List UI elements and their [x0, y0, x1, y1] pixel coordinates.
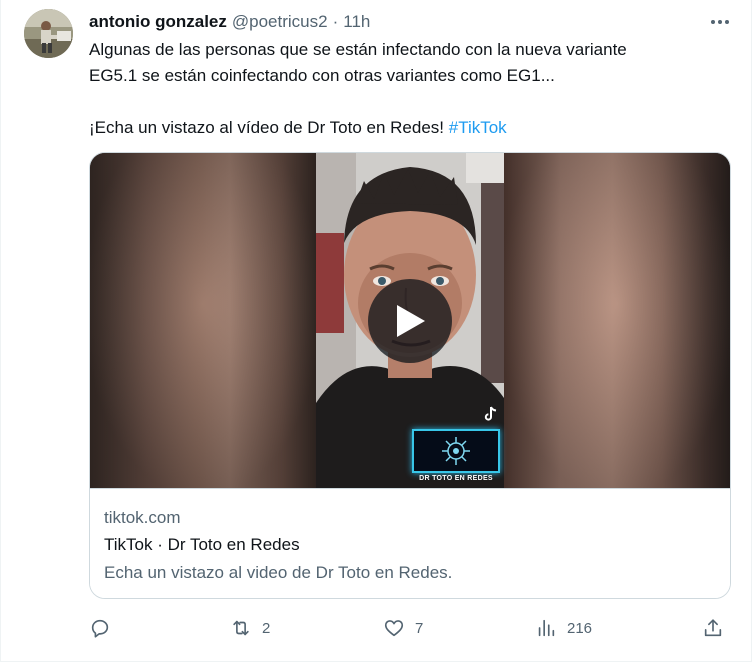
video-overlay-caption: DR TOTO EN REDES: [419, 475, 493, 482]
more-horizontal-icon: [711, 20, 729, 24]
views-count: 216: [567, 619, 593, 637]
blurred-backdrop-right: [504, 153, 730, 488]
tweet-text: Algunas de las personas que se están inf…: [89, 37, 729, 141]
author-name[interactable]: antonio gonzalez: [89, 12, 227, 32]
action-bar: 2 7 216: [1, 610, 752, 646]
like-button[interactable]: 7: [383, 610, 423, 646]
reply-icon: [91, 619, 109, 638]
avatar[interactable]: [24, 9, 73, 58]
play-button[interactable]: [368, 279, 452, 363]
retweet-button[interactable]: 2: [230, 610, 270, 646]
tweet-text-line: ¡Echa un vistazo al vídeo de Dr Toto en …: [89, 115, 729, 141]
card-info[interactable]: tiktok.com TikTok · Dr Toto en Redes Ech…: [90, 488, 730, 598]
views-chart-icon: [538, 619, 555, 637]
tweet[interactable]: antonio gonzalez @poetricus2 · 11h Algun…: [0, 0, 752, 662]
share-button[interactable]: [702, 610, 724, 646]
card-description: Echa un vistazo al video de Dr Toto en R…: [104, 563, 453, 582]
more-button[interactable]: [706, 10, 734, 34]
timestamp[interactable]: 11h: [343, 12, 370, 32]
heart-icon: [384, 620, 404, 637]
reply-button[interactable]: [89, 610, 121, 646]
tweet-header: antonio gonzalez @poetricus2 · 11h: [89, 11, 370, 33]
tweet-text-cta: ¡Echa un vistazo al vídeo de Dr Toto en …: [89, 118, 449, 137]
retweet-count: 2: [262, 619, 271, 637]
card-domain: tiktok.com: [104, 508, 181, 527]
tweet-text-line: Algunas de las personas que se están inf…: [89, 40, 627, 59]
play-icon: [397, 305, 425, 337]
hashtag-link[interactable]: #TikTok: [449, 118, 507, 137]
retweet-icon: [233, 620, 249, 636]
like-count: 7: [415, 619, 424, 637]
card-title: TikTok · Dr Toto en Redes: [104, 535, 300, 554]
separator: ·: [332, 12, 339, 31]
blurred-backdrop-left: [90, 153, 316, 488]
tiktok-logo-icon: [484, 406, 498, 422]
link-card[interactable]: DR TOTO EN REDES tiktok.com TikTok · Dr …: [89, 152, 731, 599]
share-icon: [704, 619, 722, 637]
tweet-text-line: EG5.1 se están coinfectando con otras va…: [89, 66, 555, 85]
video-thumbnail[interactable]: DR TOTO EN REDES: [90, 153, 730, 488]
video-overlay-logo: [412, 429, 500, 473]
author-handle[interactable]: @poetricus2: [232, 12, 328, 32]
views-button[interactable]: 216: [535, 610, 592, 646]
